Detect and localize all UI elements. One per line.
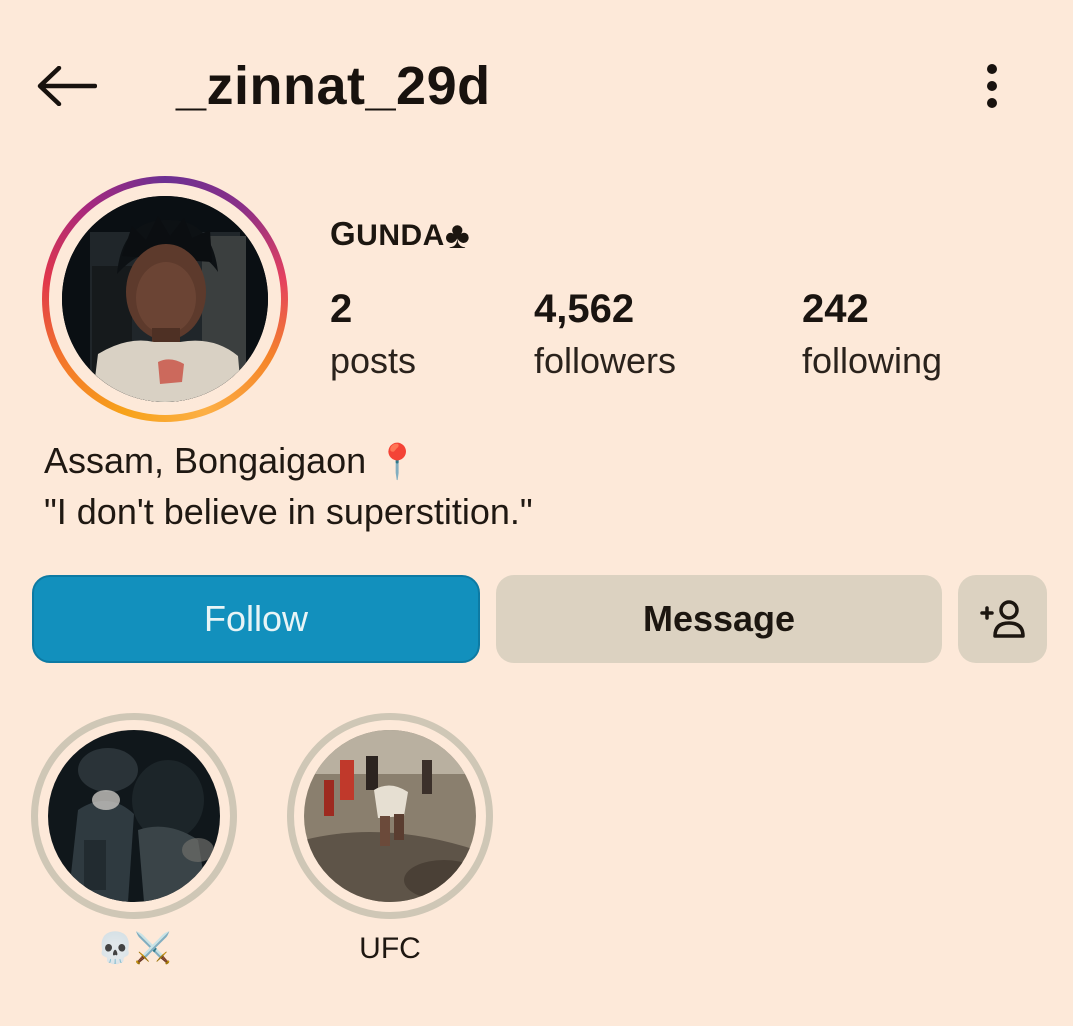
club-emoji: ♣ — [444, 215, 471, 257]
display-name-initial: G — [330, 215, 357, 252]
suggested-people-button[interactable] — [958, 575, 1047, 663]
more-vertical-icon — [987, 64, 997, 108]
followers-count: 4,562 — [534, 287, 635, 331]
highlight-cover — [31, 713, 237, 919]
bio-location-line: Assam, Bongaigaon 📍 — [44, 436, 533, 487]
follow-button[interactable]: Follow — [32, 575, 480, 663]
posts-label: posts — [330, 340, 417, 381]
following-count: 242 — [802, 287, 869, 331]
following-stat[interactable]: 242 following — [802, 284, 942, 384]
followers-stat[interactable]: 4,562 followers — [534, 284, 676, 384]
message-button[interactable]: Message — [496, 575, 942, 663]
person-add-icon — [979, 600, 1025, 638]
followers-label: followers — [534, 340, 677, 381]
following-label: following — [802, 340, 943, 381]
bio-quote: "I don't believe in superstition." — [44, 491, 533, 532]
pin-emoji: 📍 — [376, 443, 419, 481]
profile-page: _zinnat_29d GUNDA♣ 2 posts 4,562 followe… — [0, 0, 1073, 1026]
display-name: GUNDA♣ — [330, 214, 470, 256]
highlight-label: 💀⚔️ — [96, 932, 172, 965]
highlight-cover — [287, 713, 493, 919]
bio-location: Assam, Bongaigaon — [44, 440, 367, 481]
profile-username: _zinnat_29d — [176, 56, 491, 116]
story-highlight[interactable]: 💀⚔️ — [31, 713, 237, 969]
profile-avatar[interactable] — [42, 176, 288, 422]
arrow-left-icon — [37, 66, 97, 106]
story-highlight[interactable]: UFC — [287, 713, 493, 969]
more-options-button[interactable] — [970, 58, 1014, 114]
posts-stat[interactable]: 2 posts — [330, 284, 416, 384]
highlight-label: UFC — [359, 932, 421, 965]
avatar-photo — [62, 196, 268, 402]
posts-count: 2 — [330, 287, 353, 331]
profile-bio: Assam, Bongaigaon 📍 "I don't believe in … — [44, 436, 533, 537]
display-name-text: UNDA — [356, 219, 445, 252]
back-button[interactable] — [30, 60, 102, 112]
